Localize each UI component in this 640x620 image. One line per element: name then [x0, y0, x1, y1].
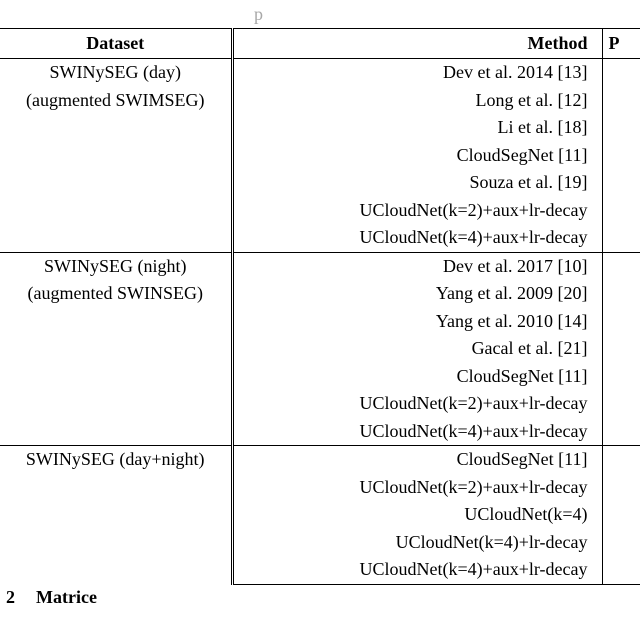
p-cell	[602, 418, 640, 446]
method-cell: Gacal et al. [21]	[232, 335, 602, 363]
results-table: Dataset Method P SWINySEG (day)(augmente…	[0, 28, 640, 585]
p-cell	[602, 224, 640, 252]
dataset-line: (augmented SWINSEG)	[10, 280, 221, 308]
method-cell: UCloudNet(k=4)+aux+lr-decay	[232, 556, 602, 584]
method-cell: Long et al. [12]	[232, 87, 602, 115]
method-cell: UCloudNet(k=2)+aux+lr-decay	[232, 474, 602, 502]
p-cell	[602, 197, 640, 225]
table-header-row: Dataset Method P	[0, 29, 640, 59]
p-cell	[602, 335, 640, 363]
p-cell	[602, 529, 640, 557]
p-cell	[602, 252, 640, 280]
method-cell: CloudSegNet [11]	[232, 142, 602, 170]
dataset-cell: SWINySEG (night)(augmented SWINSEG)	[0, 252, 232, 446]
method-cell: CloudSegNet [11]	[232, 446, 602, 474]
method-cell: CloudSegNet [11]	[232, 363, 602, 391]
method-cell: UCloudNet(k=4)+aux+lr-decay	[232, 224, 602, 252]
p-cell	[602, 390, 640, 418]
method-cell: UCloudNet(k=2)+aux+lr-decay	[232, 390, 602, 418]
method-cell: UCloudNet(k=4)	[232, 501, 602, 529]
table-row: SWINySEG (day+night) CloudSegNet [11]	[0, 446, 640, 474]
method-cell: UCloudNet(k=2)+aux+lr-decay	[232, 197, 602, 225]
caption-fragment: p	[254, 4, 263, 25]
p-cell	[602, 308, 640, 336]
dataset-cell: SWINySEG (day)(augmented SWIMSEG)	[0, 59, 232, 253]
p-cell	[602, 142, 640, 170]
p-cell	[602, 59, 640, 87]
p-cell	[602, 501, 640, 529]
p-cell	[602, 474, 640, 502]
dataset-line: SWINySEG (day+night)	[10, 446, 221, 474]
p-cell	[602, 446, 640, 474]
section-number: 2	[6, 587, 15, 608]
p-cell	[602, 114, 640, 142]
method-cell: UCloudNet(k=4)+aux+lr-decay	[232, 418, 602, 446]
method-cell: UCloudNet(k=4)+lr-decay	[232, 529, 602, 557]
p-cell	[602, 556, 640, 584]
dataset-line: (augmented SWIMSEG)	[10, 87, 221, 115]
method-cell: Li et al. [18]	[232, 114, 602, 142]
dataset-cell: SWINySEG (day+night)	[0, 446, 232, 585]
dataset-line: SWINySEG (day)	[10, 59, 221, 87]
dataset-line: SWINySEG (night)	[10, 253, 221, 281]
table-row: SWINySEG (night)(augmented SWINSEG)Dev e…	[0, 252, 640, 280]
col-method: Method	[232, 29, 602, 59]
table-row: SWINySEG (day)(augmented SWIMSEG)Dev et …	[0, 59, 640, 87]
p-cell	[602, 280, 640, 308]
method-cell: Dev et al. 2017 [10]	[232, 252, 602, 280]
method-cell: Yang et al. 2009 [20]	[232, 280, 602, 308]
p-cell	[602, 169, 640, 197]
col-p: P	[602, 29, 640, 59]
p-cell	[602, 363, 640, 391]
method-cell: Souza et al. [19]	[232, 169, 602, 197]
section-title-fragment: Matrice	[36, 587, 97, 608]
method-cell: Dev et al. 2014 [13]	[232, 59, 602, 87]
method-cell: Yang et al. 2010 [14]	[232, 308, 602, 336]
col-dataset: Dataset	[0, 29, 232, 59]
p-cell	[602, 87, 640, 115]
